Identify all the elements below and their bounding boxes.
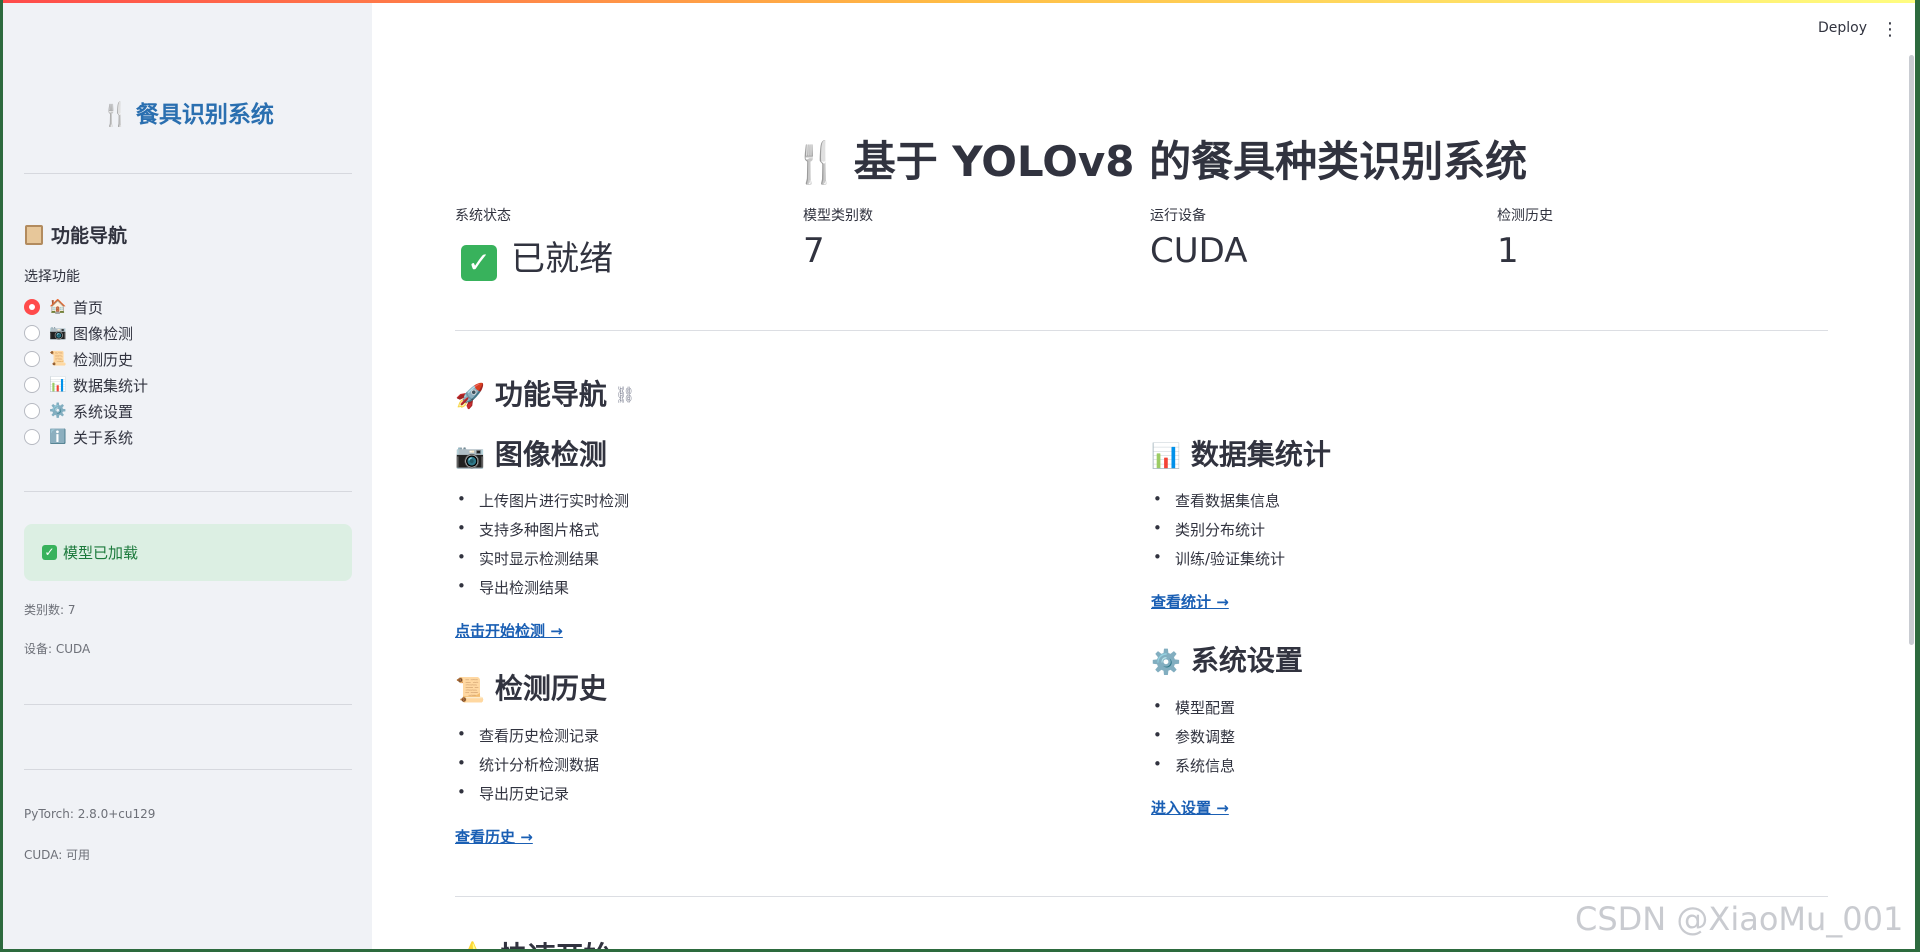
settings-feature-list: 模型配置 参数调整 系统信息 [1151,697,1235,784]
fork-knife-icon: 🍴 [101,102,130,128]
list-item: 导出历史记录 [455,783,599,812]
metric-model-classes: 模型类别数 7 [803,208,873,271]
stats-feature-list: 查看数据集信息 类别分布统计 训练/验证集统计 [1151,490,1285,577]
enter-settings-link[interactable]: 进入设置 → [1151,797,1229,818]
page-title: 🍴 基于 YOLOv8 的餐具种类识别系统 [791,137,1528,186]
section-title-history: 📜 检测历史 [455,672,607,705]
divider [24,173,352,174]
info-icon: ℹ️ [49,429,67,445]
check-icon: ✓ [461,245,497,281]
rocket-icon: 🚀 [455,382,485,410]
radio-indicator[interactable] [24,351,40,367]
list-item: 导出检测结果 [455,577,629,606]
scroll-icon: 📜 [455,676,485,704]
list-item: 上传图片进行实时检测 [455,490,629,519]
app-window: 🍴 餐具识别系统 功能导航 选择功能 🏠 首页 📷 图像检测 📜 检测历史 📊 … [3,0,1915,949]
sidebar: 🍴 餐具识别系统 功能导航 选择功能 🏠 首页 📷 图像检测 📜 检测历史 📊 … [3,3,372,949]
divider [24,491,352,492]
anchor-link-icon[interactable]: ⛓ [615,385,635,404]
sidebar-nav-heading: 功能导航 [25,221,127,248]
gear-icon: ⚙️ [49,403,67,419]
list-item: 支持多种图片格式 [455,519,629,548]
radio-image-detect[interactable]: 📷 图像检测 [24,320,148,346]
list-item: 统计分析检测数据 [455,754,599,783]
quick-start-heading: ⭐ 快速开始 [455,935,612,949]
watermark: CSDN @XiaoMu_001 [1575,900,1904,938]
radio-indicator[interactable] [24,403,40,419]
start-detect-link[interactable]: 点击开始检测 → [455,620,563,641]
radio-history[interactable]: 📜 检测历史 [24,346,148,372]
list-item: 查看数据集信息 [1151,490,1285,519]
divider [24,769,352,770]
radio-indicator[interactable] [24,325,40,341]
list-item: 实时显示检测结果 [455,548,629,577]
divider [24,704,352,705]
metric-device: 运行设备 CUDA [1150,208,1248,271]
cuda-status-text: CUDA: 可用 [24,848,91,862]
pytorch-version-text: PyTorch: 2.8.0+cu129 [24,807,156,821]
star-icon: ⭐ [455,940,490,949]
section-title-detect: 📷 图像检测 [455,438,607,471]
fork-knife-icon: 🍴 [791,140,842,186]
scroll-icon: 📜 [49,351,67,367]
check-icon: ✓ [42,545,57,560]
metric-system-status: 系统状态 ✓ 已就绪 [455,208,613,281]
section-title-settings: ⚙️ 系统设置 [1151,644,1303,677]
main-menu-icon[interactable]: ⋮ [1881,19,1899,40]
list-item: 模型配置 [1151,697,1235,726]
device-text: 设备: CUDA [24,642,91,656]
radio-indicator[interactable] [24,299,40,315]
house-icon: 🏠 [49,299,67,315]
list-item: 系统信息 [1151,755,1235,784]
sidebar-title: 🍴 餐具识别系统 [101,102,274,128]
radio-dataset-stats[interactable]: 📊 数据集统计 [24,372,148,398]
camera-icon: 📷 [455,442,485,470]
camera-icon: 📷 [49,325,67,341]
deploy-button[interactable]: Deploy [1818,20,1867,36]
detect-feature-list: 上传图片进行实时检测 支持多种图片格式 实时显示检测结果 导出检测结果 [455,490,629,606]
bar-chart-icon: 📊 [49,377,67,393]
nav-radio-group: 🏠 首页 📷 图像检测 📜 检测历史 📊 数据集统计 ⚙️ 系统设置 ℹ️ 关于… [24,294,148,450]
nav-heading: 🚀 功能导航 ⛓ [455,378,636,411]
list-item: 查看历史检测记录 [455,725,599,754]
class-count-text: 类别数: 7 [24,603,76,617]
radio-about[interactable]: ℹ️ 关于系统 [24,424,148,450]
list-item: 参数调整 [1151,726,1235,755]
radio-indicator[interactable] [24,429,40,445]
radio-group-label: 选择功能 [24,269,80,285]
divider [455,330,1828,331]
history-feature-list: 查看历史检测记录 统计分析检测数据 导出历史记录 [455,725,599,812]
view-history-link[interactable]: 查看历史 → [455,826,533,847]
metric-history: 检测历史 1 [1497,208,1553,271]
gear-icon: ⚙️ [1151,648,1181,676]
radio-settings[interactable]: ⚙️ 系统设置 [24,398,148,424]
section-title-stats: 📊 数据集统计 [1151,438,1331,471]
bar-chart-icon: 📊 [1151,442,1181,470]
list-item: 类别分布统计 [1151,519,1285,548]
view-stats-link[interactable]: 查看统计 → [1151,591,1229,612]
radio-indicator[interactable] [24,377,40,393]
list-item: 训练/验证集统计 [1151,548,1285,577]
model-status-alert: ✓ 模型已加载 [24,524,352,581]
radio-home[interactable]: 🏠 首页 [24,294,148,320]
divider [455,896,1828,897]
clipboard-icon [25,225,43,245]
